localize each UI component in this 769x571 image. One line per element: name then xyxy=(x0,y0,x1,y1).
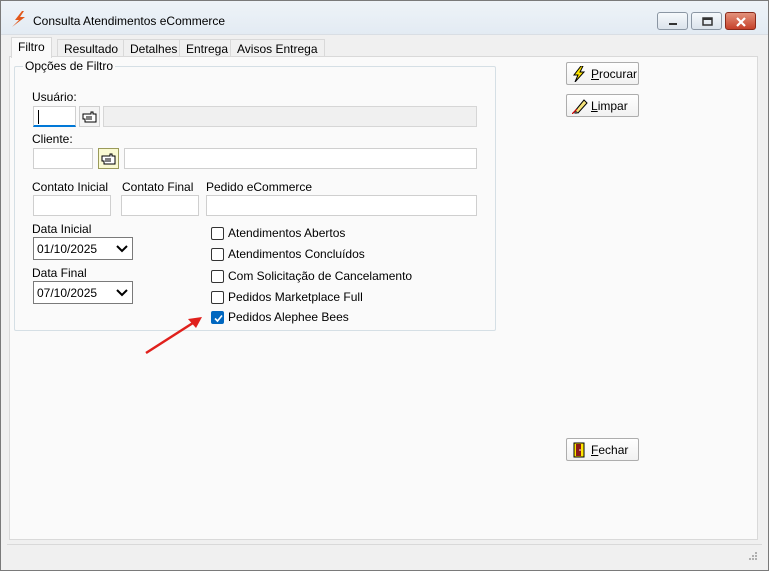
checkmark-icon xyxy=(214,314,223,323)
annotation-arrow-icon xyxy=(145,317,202,355)
pedido-ecommerce-input[interactable] xyxy=(206,195,477,216)
close-icon xyxy=(736,17,746,27)
text-caret xyxy=(38,110,39,124)
checkbox-box[interactable] xyxy=(211,291,224,304)
eraser-icon xyxy=(572,99,588,114)
data-inicial-picker[interactable]: 01/10/2025 xyxy=(33,237,133,260)
minimize-button[interactable] xyxy=(657,12,688,30)
lightning-icon xyxy=(572,66,586,82)
main-window: Consulta Atendimentos eCommerce Filtro R… xyxy=(0,0,769,571)
data-final-value: 07/10/2025 xyxy=(37,286,98,300)
usuario-lookup-button[interactable] xyxy=(79,106,100,127)
cliente-lookup-button[interactable] xyxy=(98,148,119,169)
checkbox-label: Atendimentos Concluídos xyxy=(228,247,365,261)
checkbox-box-checked[interactable] xyxy=(211,311,224,324)
cliente-label: Cliente: xyxy=(32,132,73,146)
checkbox-label: Pedidos Alephee Bees xyxy=(228,310,349,324)
data-inicial-value: 01/10/2025 xyxy=(37,242,98,256)
usuario-description xyxy=(103,106,477,127)
cliente-input[interactable] xyxy=(33,148,93,169)
procurar-button[interactable]: Procurar xyxy=(566,62,639,85)
data-final-picker[interactable]: 07/10/2025 xyxy=(33,281,133,304)
pointing-hand-icon xyxy=(101,153,116,165)
window-title: Consulta Atendimentos eCommerce xyxy=(33,14,226,28)
group-title: Opções de Filtro xyxy=(23,59,116,73)
tab-detalhes[interactable]: Detalhes xyxy=(123,39,185,57)
client-area: Filtro Resultado Detalhes Entrega Avisos… xyxy=(7,35,762,564)
usuario-label: Usuário: xyxy=(32,90,77,104)
tab-entrega[interactable]: Entrega xyxy=(179,39,236,57)
data-inicial-label: Data Inicial xyxy=(32,222,92,236)
checkbox-box[interactable] xyxy=(211,270,224,283)
contato-inicial-label: Contato Inicial xyxy=(32,180,109,194)
contato-final-label: Contato Final xyxy=(122,180,194,194)
checkbox-label: Pedidos Marketplace Full xyxy=(228,290,363,304)
chevron-down-icon[interactable] xyxy=(114,240,130,257)
pedido-ecommerce-label: Pedido eCommerce xyxy=(206,180,313,194)
minimize-icon xyxy=(669,23,677,25)
tab-avisos-entrega[interactable]: Avisos Entrega xyxy=(230,39,325,57)
status-bar xyxy=(7,544,762,564)
close-button[interactable] xyxy=(725,12,756,30)
tab-resultado[interactable]: Resultado xyxy=(57,39,126,57)
chevron-down-icon[interactable] xyxy=(114,284,130,301)
checkbox-box[interactable] xyxy=(211,227,224,240)
maximize-button[interactable] xyxy=(691,12,722,30)
data-final-label: Data Final xyxy=(32,266,87,280)
limpar-button[interactable]: Limpar xyxy=(566,94,639,117)
pointing-hand-icon xyxy=(82,111,97,123)
filter-options-group: Opções de Filtro Usuário: Cliente: Conta… xyxy=(14,59,496,331)
checkbox-label: Com Solicitação de Cancelamento xyxy=(228,269,413,283)
fechar-button[interactable]: Fechar xyxy=(566,438,639,461)
contato-final-input[interactable] xyxy=(121,195,199,216)
tab-filtro[interactable]: Filtro xyxy=(11,37,52,58)
maximize-icon xyxy=(702,17,713,26)
exit-door-icon xyxy=(573,442,585,458)
title-bar[interactable]: Consulta Atendimentos eCommerce xyxy=(1,1,768,35)
contato-inicial-input[interactable] xyxy=(33,195,111,216)
checkbox-box[interactable] xyxy=(211,248,224,261)
usuario-input[interactable] xyxy=(33,106,76,127)
resize-grip-icon[interactable] xyxy=(748,551,758,561)
lightning-logo-icon xyxy=(12,11,25,27)
checkbox-label: Atendimentos Abertos xyxy=(228,226,346,240)
filtro-panel: Opções de Filtro Usuário: Cliente: Conta… xyxy=(9,56,758,540)
cliente-description[interactable] xyxy=(124,148,477,169)
